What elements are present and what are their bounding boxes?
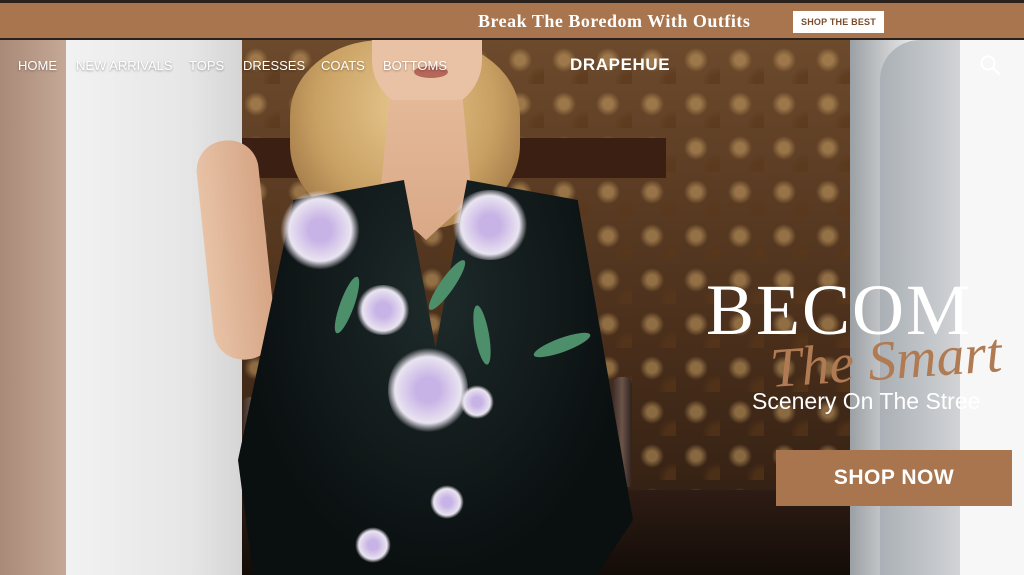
nav-bottoms[interactable]: BOTTOMS — [383, 58, 447, 73]
hero-script-text: The Smart — [768, 321, 1004, 401]
site-logo[interactable]: DRAPEHUE — [570, 55, 670, 75]
dress-flower — [460, 385, 494, 419]
dress-flower — [355, 527, 391, 563]
hero-subline: Scenery On The Stree — [752, 388, 981, 414]
dress-flower — [430, 485, 464, 519]
shop-the-best-button[interactable]: SHOP THE BEST — [793, 11, 884, 33]
nav-home[interactable]: HOME — [18, 58, 57, 73]
promo-bar: Break The Boredom With Outfits SHOP THE … — [0, 0, 1024, 40]
nav-tops[interactable]: TOPS — [189, 58, 224, 73]
hero-wall-left — [0, 40, 70, 575]
nav-dresses[interactable]: DRESSES — [243, 58, 305, 73]
search-icon[interactable] — [979, 54, 1001, 76]
dress-flower — [355, 285, 411, 335]
promo-text: Break The Boredom With Outfits — [478, 11, 751, 31]
nav-coats[interactable]: COATS — [321, 58, 365, 73]
dress-flower — [280, 190, 360, 270]
dress-flower — [450, 190, 530, 260]
main-nav: HOME NEW ARRIVALS TOPS DRESSES COATS BOT… — [0, 40, 1024, 90]
shop-now-button[interactable]: SHOP NOW — [776, 450, 1012, 506]
nav-new-arrivals[interactable]: NEW ARRIVALS — [76, 58, 173, 73]
dress-flower — [388, 345, 468, 435]
